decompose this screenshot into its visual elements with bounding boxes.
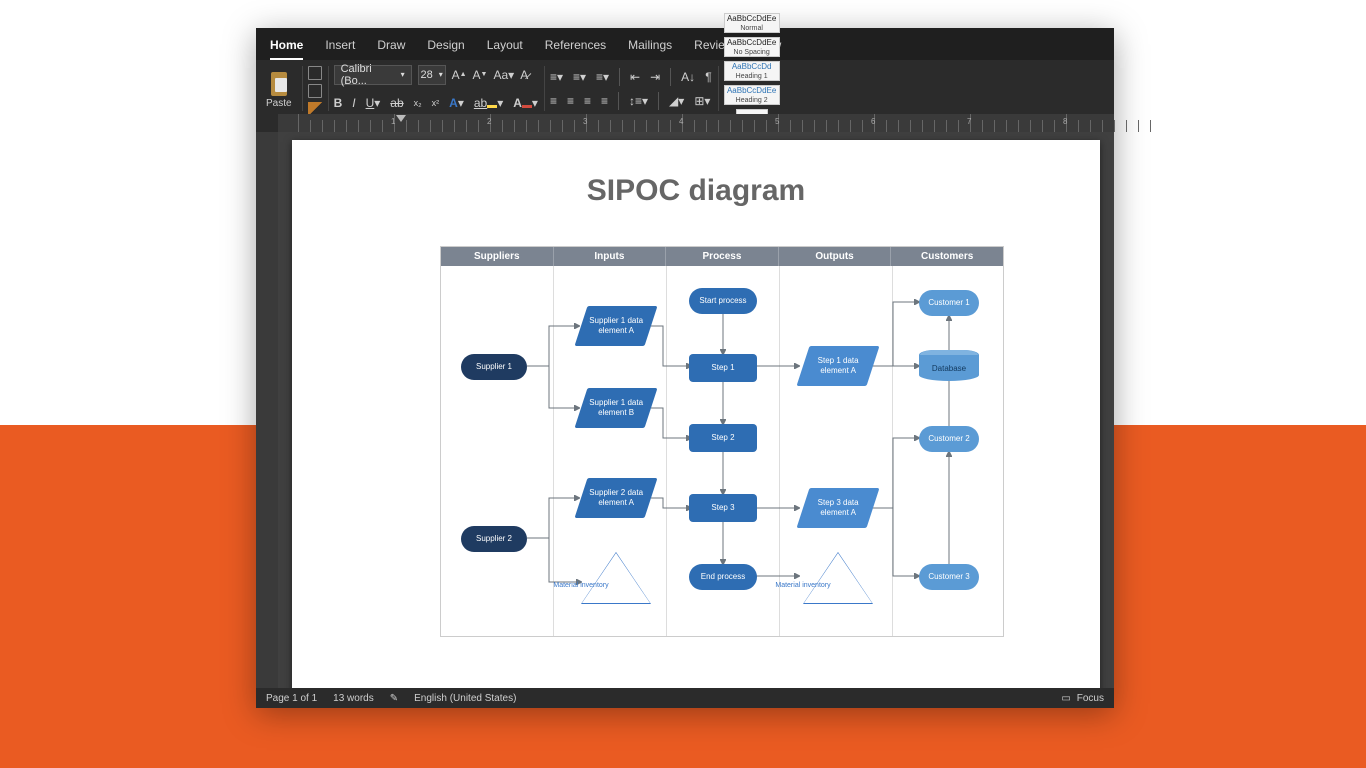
shape-customer-1[interactable]: Customer 1: [919, 290, 979, 316]
col-header-outputs: Outputs: [779, 247, 892, 266]
tab-home[interactable]: Home: [270, 32, 303, 60]
bullets-icon[interactable]: ≡▾: [550, 70, 563, 84]
numbering-icon[interactable]: ≡▾: [573, 70, 586, 84]
horizontal-ruler[interactable]: 12345678: [278, 114, 1114, 132]
change-case-icon[interactable]: Aa▾: [493, 68, 514, 82]
font-size-select[interactable]: 28▾: [418, 65, 446, 85]
multilevel-icon[interactable]: ≡▾: [596, 70, 609, 84]
italic-button[interactable]: I: [352, 96, 355, 110]
vertical-ruler[interactable]: [256, 132, 278, 688]
superscript-button[interactable]: x²: [432, 98, 440, 108]
style-heading-1[interactable]: AaBbCcDdHeading 1: [724, 61, 780, 81]
justify-icon[interactable]: ≡: [601, 94, 608, 108]
align-center-icon[interactable]: ≡: [567, 94, 574, 108]
shape-supplier-2[interactable]: Supplier 2: [461, 526, 527, 552]
subscript-button[interactable]: x₂: [414, 98, 422, 108]
shape-supplier-1[interactable]: Supplier 1: [461, 354, 527, 380]
style-no-spacing[interactable]: AaBbCcDdEeNo Spacing: [724, 37, 780, 57]
shape-output-1[interactable]: Step 1 data element A: [797, 346, 880, 386]
shape-step-1[interactable]: Step 1: [689, 354, 757, 382]
pilcrow-icon[interactable]: ¶: [705, 70, 711, 84]
paste-icon[interactable]: [268, 70, 290, 96]
shape-end-process[interactable]: End process: [689, 564, 757, 590]
line-spacing-icon[interactable]: ↕≡▾: [629, 94, 648, 108]
outdent-icon[interactable]: ⇤: [630, 70, 640, 84]
shape-customer-2[interactable]: Customer 2: [919, 426, 979, 452]
underline-button[interactable]: U▾: [366, 96, 381, 110]
clear-format-icon[interactable]: A̷: [520, 68, 528, 82]
shape-input-2[interactable]: Supplier 1 data element B: [575, 388, 658, 428]
decrease-font-icon[interactable]: A▼: [473, 68, 488, 82]
bold-button[interactable]: B: [334, 96, 343, 110]
shape-step-2[interactable]: Step 2: [689, 424, 757, 452]
shape-input-1[interactable]: Supplier 1 data element A: [575, 306, 658, 346]
shape-output-3[interactable]: Step 3 data element A: [797, 488, 880, 528]
sipoc-table[interactable]: Suppliers Inputs Process Outputs Custome…: [440, 246, 1004, 637]
spell-check-icon[interactable]: ✎: [390, 693, 398, 704]
status-bar: Page 1 of 1 13 words ✎ English (United S…: [256, 688, 1114, 708]
word-app-window: Home Insert Draw Design Layout Reference…: [256, 28, 1114, 708]
tab-layout[interactable]: Layout: [487, 32, 523, 60]
indent-icon[interactable]: ⇥: [650, 70, 660, 84]
indent-marker[interactable]: [396, 115, 406, 122]
shading-icon[interactable]: ◢▾: [669, 94, 684, 108]
tab-insert[interactable]: Insert: [325, 32, 355, 60]
tab-mailings[interactable]: Mailings: [628, 32, 672, 60]
cut-icon[interactable]: [308, 66, 322, 80]
copy-icon[interactable]: [308, 84, 322, 98]
styles-gallery[interactable]: AaBbCcDdEeNormal AaBbCcDdEeNo Spacing Aa…: [718, 60, 786, 117]
focus-mode-icon[interactable]: ▭: [1061, 693, 1070, 704]
highlight-icon[interactable]: ab▾: [474, 96, 503, 110]
borders-icon[interactable]: ⊞▾: [694, 94, 710, 108]
shape-input-3[interactable]: Supplier 2 data element A: [575, 478, 658, 518]
align-right-icon[interactable]: ≡: [584, 94, 591, 108]
ribbon-tabs: Home Insert Draw Design Layout Reference…: [256, 28, 1114, 60]
status-word-count[interactable]: 13 words: [333, 693, 374, 704]
sort-icon[interactable]: A↓: [681, 70, 695, 84]
sipoc-header-row: Suppliers Inputs Process Outputs Custome…: [441, 247, 1003, 266]
shape-database[interactable]: Database: [919, 350, 979, 381]
col-header-inputs: Inputs: [554, 247, 667, 266]
focus-mode-button[interactable]: Focus: [1077, 693, 1104, 704]
tab-references[interactable]: References: [545, 32, 606, 60]
align-left-icon[interactable]: ≡: [550, 94, 557, 108]
text-effect-icon[interactable]: A▾: [449, 96, 464, 110]
tab-draw[interactable]: Draw: [377, 32, 405, 60]
document-title[interactable]: SIPOC diagram: [292, 140, 1100, 228]
document-area[interactable]: SIPOC diagram Suppliers Inputs Process O…: [278, 132, 1114, 688]
ribbon-home: Paste Calibri (Bo...▾ 28▾ A▲ A▼ Aa▾ A̷ B…: [256, 60, 1114, 118]
status-page[interactable]: Page 1 of 1: [266, 693, 317, 704]
tab-design[interactable]: Design: [427, 32, 464, 60]
status-language[interactable]: English (United States): [414, 693, 516, 704]
font-name-select[interactable]: Calibri (Bo...▾: [334, 65, 412, 85]
paste-button[interactable]: Paste: [266, 98, 292, 109]
increase-font-icon[interactable]: A▲: [452, 68, 467, 82]
style-heading-2[interactable]: AaBbCcDdEeHeading 2: [724, 85, 780, 105]
col-header-customers: Customers: [891, 247, 1003, 266]
font-color-icon[interactable]: A▾: [513, 96, 538, 110]
col-header-process: Process: [666, 247, 779, 266]
shape-customer-3[interactable]: Customer 3: [919, 564, 979, 590]
col-header-suppliers: Suppliers: [441, 247, 554, 266]
style-normal[interactable]: AaBbCcDdEeNormal: [724, 13, 780, 33]
page[interactable]: SIPOC diagram Suppliers Inputs Process O…: [292, 140, 1100, 688]
shape-start-process[interactable]: Start process: [689, 288, 757, 314]
shape-step-3[interactable]: Step 3: [689, 494, 757, 522]
strike-button[interactable]: ab: [390, 96, 403, 110]
